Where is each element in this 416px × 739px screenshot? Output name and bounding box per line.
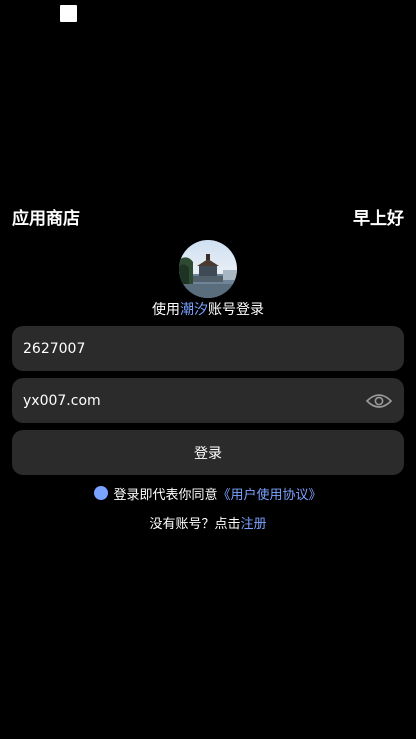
avatar[interactable] [179,240,237,298]
radio-dot-icon[interactable] [94,486,109,500]
user-agreement-link[interactable]: 《用户使用协议》 [218,484,322,503]
brand-name: 潮汐 [180,302,208,318]
avatar-image [179,240,237,298]
login-caption-suffix: 账号登录 [208,302,264,318]
account-field[interactable]: 2627007 [12,326,404,371]
app-title: 应用商店 [12,208,80,229]
status-square-icon [60,5,77,22]
login-caption-prefix: 使用 [152,302,180,318]
eye-icon[interactable] [365,391,393,411]
register-prompt: 没有账号？点击 [149,517,241,532]
agreement-text: 登录即代表你同意 [113,487,218,503]
password-field[interactable]: yx007.com [12,378,404,423]
login-caption: 使用潮汐账号登录 [0,299,416,319]
greeting-text: 早上好 [353,208,404,229]
agreement-row: 登录即代表你同意 《用户使用协议》 [0,484,416,503]
app-header: 应用商店 早上好 [12,204,404,229]
register-link[interactable]: 注册 [241,517,267,532]
account-input-value[interactable]: 2627007 [23,341,393,357]
login-button[interactable]: 登录 [12,430,404,475]
password-input-value[interactable]: yx007.com [23,393,365,409]
register-row: 没有账号？点击注册 [0,513,416,532]
